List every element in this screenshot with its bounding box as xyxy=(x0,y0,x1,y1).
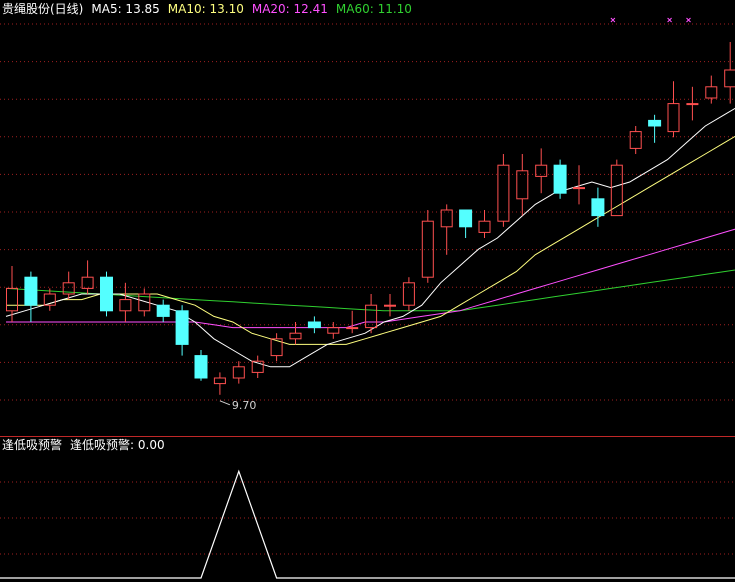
candle-body xyxy=(516,170,529,200)
ma20-line xyxy=(6,228,735,329)
candle-body xyxy=(213,377,226,385)
candle-body xyxy=(591,198,605,217)
candle-body xyxy=(610,164,623,217)
main-chart-header: 贵绳股份(日线) MA5: 13.85 MA10: 13.10 MA20: 12.41… xyxy=(2,2,420,16)
candle-body xyxy=(402,282,415,306)
signal-mark xyxy=(667,17,672,23)
candle-body xyxy=(667,103,680,133)
candle-body xyxy=(535,164,548,177)
min-price-pointer xyxy=(219,400,231,406)
candle-body xyxy=(724,69,735,88)
indicator-name-label: 逢低吸预警 xyxy=(2,438,63,452)
candle-body xyxy=(497,164,510,222)
indicator-line xyxy=(0,469,735,579)
candle-body xyxy=(232,366,245,379)
ma10-line xyxy=(6,135,735,345)
candle-body xyxy=(346,327,359,330)
signal-mark xyxy=(686,17,691,23)
candle-body xyxy=(100,276,113,312)
stock-chart-window[interactable]: 9.70 贵绳股份(日线) MA5: 13.85 MA10: 13.10 MA20: … xyxy=(0,0,735,582)
ma5-legend: MA5: 13.85 xyxy=(91,2,160,16)
candle-body xyxy=(6,287,18,312)
candle-body xyxy=(175,310,189,345)
candlestick-chart[interactable]: 9.70 xyxy=(0,0,735,582)
ma5-line xyxy=(5,107,735,368)
candle-body xyxy=(81,276,94,289)
candle-body xyxy=(553,164,567,194)
min-price-label: 9.70 xyxy=(232,399,257,412)
candle-body xyxy=(384,304,396,307)
candle-body xyxy=(119,299,132,312)
ma60-legend: MA60: 11.10 xyxy=(335,2,412,16)
ma10-legend: MA10: 13.10 xyxy=(167,2,244,16)
candle-body xyxy=(421,220,434,278)
indicator-header: 逢低吸预警 逢低吸预警: 0.00 xyxy=(2,438,165,452)
candle-body xyxy=(307,321,321,329)
candle-body xyxy=(686,103,699,106)
candle-body xyxy=(573,187,585,190)
candle-body xyxy=(289,332,302,340)
candle-body xyxy=(629,131,642,149)
candle-body xyxy=(365,304,378,329)
stock-name-label: 贵绳股份(日线) xyxy=(2,2,84,16)
ma60-line xyxy=(5,269,735,312)
candle-body xyxy=(24,276,38,306)
candle-body xyxy=(648,119,662,127)
candle-body xyxy=(440,209,453,228)
candle-body xyxy=(194,355,208,379)
candle-body xyxy=(327,327,340,334)
candle-body xyxy=(156,304,170,317)
candle-body xyxy=(478,220,491,233)
candle-body xyxy=(705,86,718,99)
signal-mark xyxy=(610,17,616,23)
indicator-value-label: 逢低吸预警: 0.00 xyxy=(70,438,165,452)
ma20-legend: MA20: 12.41 xyxy=(251,2,328,16)
candle-body xyxy=(459,209,473,228)
